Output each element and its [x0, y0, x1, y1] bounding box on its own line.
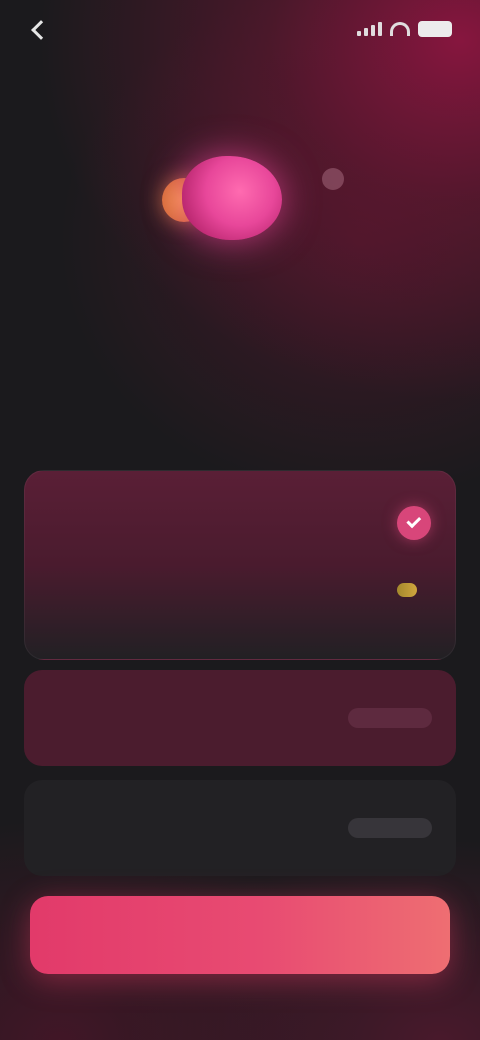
plan-details: [25, 575, 455, 661]
plan-option-1[interactable]: [24, 670, 456, 766]
chevron-left-icon: [28, 18, 50, 40]
option-price-pill: [348, 708, 432, 728]
status-bar: [28, 14, 452, 44]
hearts-blob-icon: [162, 150, 292, 250]
selected-plan-card[interactable]: [24, 470, 456, 660]
check-icon: [397, 506, 431, 540]
battery-icon: [418, 21, 452, 37]
sparkle-icon: [322, 168, 344, 190]
status-icons: [357, 21, 452, 37]
savings-badge: [397, 583, 417, 597]
continue-button[interactable]: [30, 896, 450, 974]
option-price-pill: [348, 818, 432, 838]
plan-option-2[interactable]: [24, 780, 456, 876]
pink-blob: [182, 156, 282, 240]
paywall-screen: [0, 0, 480, 1040]
back-button[interactable]: [28, 18, 62, 40]
plan-header: [25, 471, 455, 575]
cellular-signal-icon: [357, 22, 382, 36]
wifi-icon: [390, 22, 410, 36]
